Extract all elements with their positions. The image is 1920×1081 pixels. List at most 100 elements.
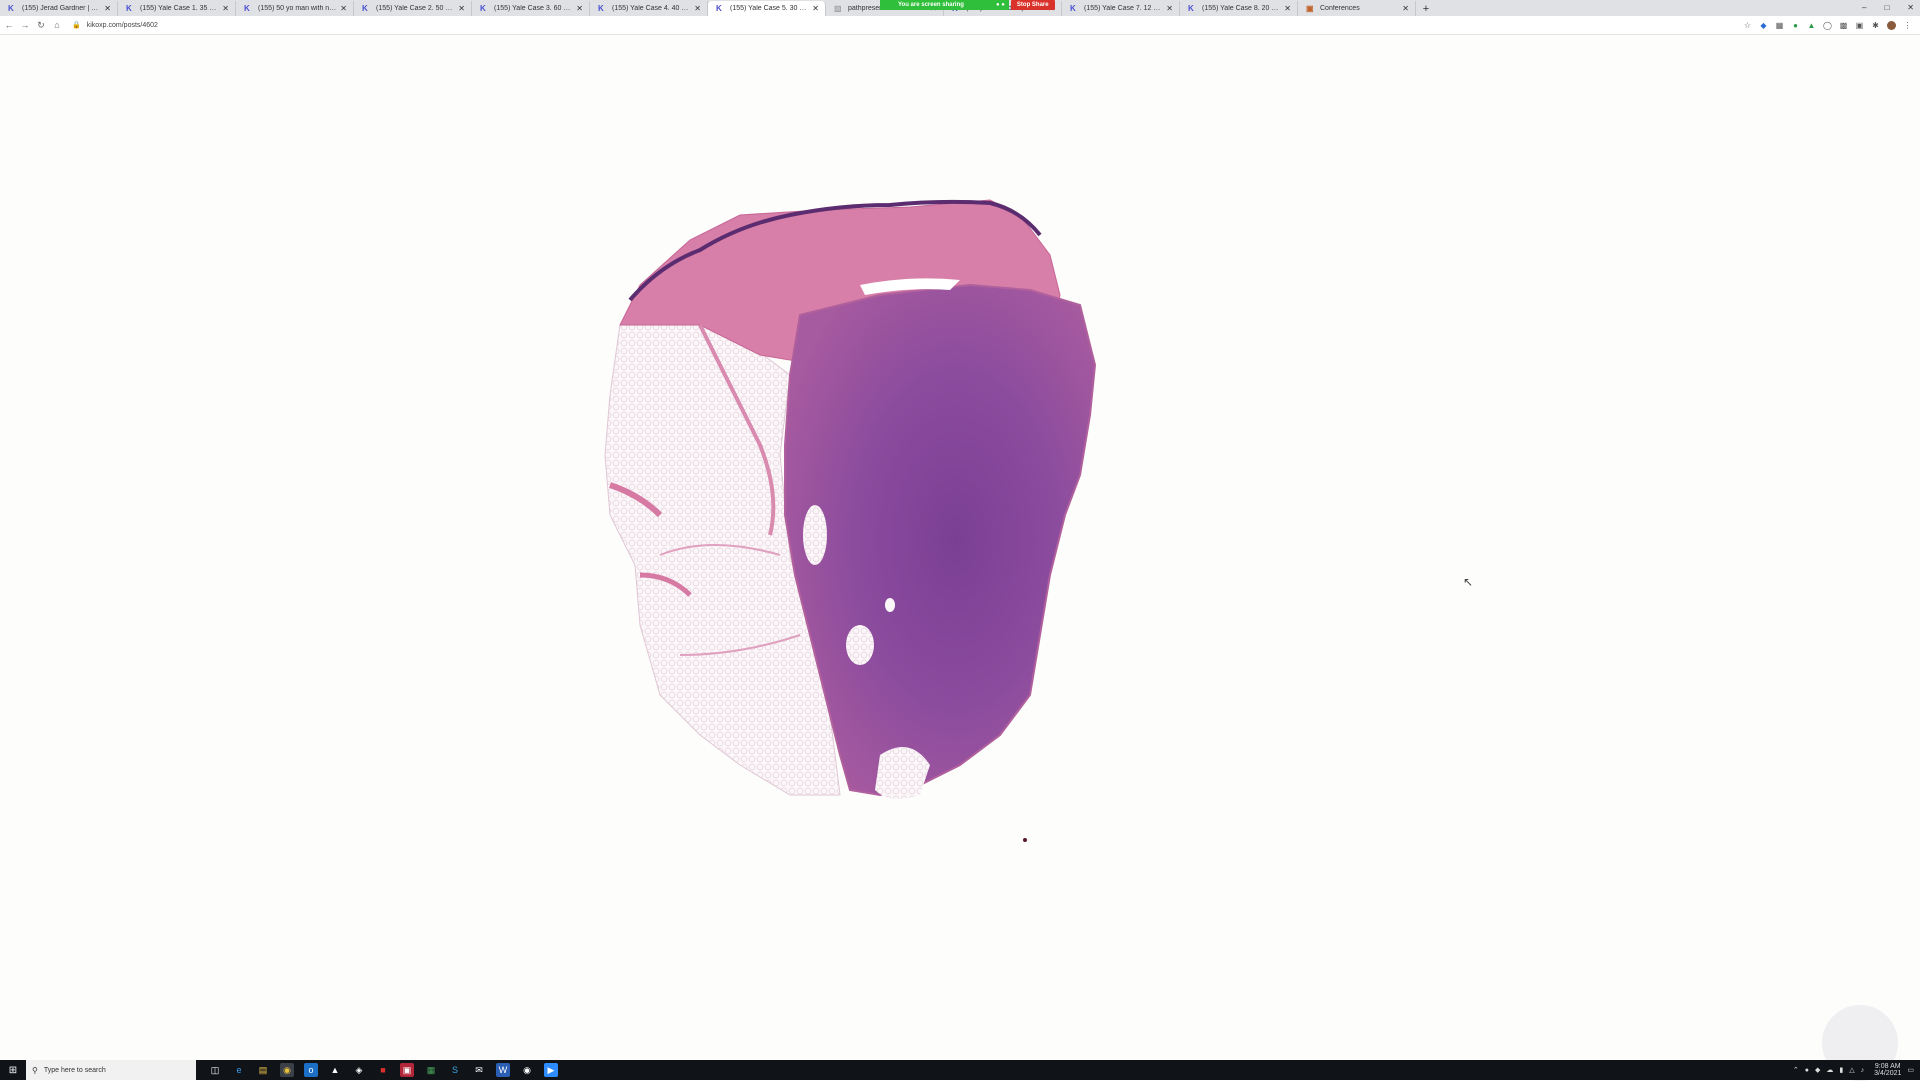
tab-title: (155) Jerad Gardner | KiKoXP xyxy=(22,5,100,12)
extension-icon[interactable]: ▣ xyxy=(1855,21,1864,30)
home-icon[interactable]: ⌂ xyxy=(50,18,64,32)
notification-icon[interactable]: ▭ xyxy=(1907,1066,1914,1074)
extension-icon[interactable]: ▦ xyxy=(1775,21,1784,30)
search-icon: ⚲ xyxy=(32,1065,38,1075)
system-tray: ⌃ ● ◆ ☁ ▮ △ ♪ 9:08 AM 3/4/2021 ▭ xyxy=(1793,1060,1920,1080)
stop-share-button[interactable]: Stop Share xyxy=(1010,0,1055,10)
app-icon[interactable]: ▲ xyxy=(328,1063,342,1077)
app-icon[interactable]: ◉ xyxy=(520,1063,534,1077)
volume-icon[interactable]: ♪ xyxy=(1861,1067,1865,1074)
maximize-icon[interactable]: □ xyxy=(1884,3,1889,12)
app-icon[interactable]: ◈ xyxy=(352,1063,366,1077)
close-tab-icon[interactable]: ✕ xyxy=(458,4,465,13)
clock-time: 9:08 AM xyxy=(1874,1063,1901,1070)
close-tab-icon[interactable]: ✕ xyxy=(576,4,583,13)
word-icon[interactable]: W xyxy=(496,1063,510,1077)
browser-tab[interactable]: K (155) Jerad Gardner | KiKoXP ✕ xyxy=(0,1,118,16)
close-tab-icon[interactable]: ✕ xyxy=(222,4,229,13)
extension-icon[interactable]: ◆ xyxy=(1759,21,1768,30)
extension-icon[interactable]: ▲ xyxy=(1807,21,1816,30)
bookmark-star-icon[interactable]: ☆ xyxy=(1743,21,1752,30)
extensions-area: ☆ ◆ ▦ ● ▲ ◯ ▩ ▣ ✱ ⋮ xyxy=(1743,20,1912,30)
browser-tab[interactable]: K (155) Yale Case 1. 35 yo woman w ✕ xyxy=(118,1,236,16)
kikoxp-icon: K xyxy=(8,3,14,13)
kikoxp-icon: K xyxy=(598,3,604,13)
menu-dots-icon[interactable]: ⋮ xyxy=(1903,21,1912,30)
close-tab-icon[interactable]: ✕ xyxy=(812,4,819,13)
tab-title: (155) Yale Case 2. 50 yo man wit xyxy=(376,5,454,12)
window-controls: – □ ✕ xyxy=(1862,0,1914,14)
minimize-icon[interactable]: – xyxy=(1862,3,1866,12)
slide-viewer[interactable]: ↖ xyxy=(0,35,1920,1081)
kikoxp-icon: K xyxy=(126,3,132,13)
wifi-icon[interactable]: △ xyxy=(1849,1066,1854,1074)
browser-tab[interactable]: K (155) Yale Case 3. 60 yo man wit ✕ xyxy=(472,1,590,16)
outlook-icon[interactable]: o xyxy=(304,1063,318,1077)
browser-tab[interactable]: ▣ Conferences ✕ xyxy=(1298,1,1416,16)
back-icon[interactable]: ← xyxy=(2,18,16,32)
kikoxp-icon: K xyxy=(716,3,722,13)
file-explorer-icon[interactable]: ▤ xyxy=(256,1063,270,1077)
battery-icon[interactable]: ▮ xyxy=(1839,1066,1843,1074)
zoom-icon[interactable]: ▶ xyxy=(544,1063,558,1077)
new-tab-button[interactable]: + xyxy=(1416,1,1436,16)
browser-tab[interactable]: K (155) Yale Case 7. 12 yo boy with ✕ xyxy=(1062,1,1180,16)
cloud-icon[interactable]: ☁ xyxy=(1826,1066,1833,1074)
browser-tab[interactable]: K (155) Yale Case 8. 20 yo man wit ✕ xyxy=(1180,1,1298,16)
share-controls-icon[interactable]: ● ● xyxy=(992,0,1009,10)
reload-icon[interactable]: ↻ xyxy=(34,18,48,32)
close-tab-icon[interactable]: ✕ xyxy=(1166,4,1173,13)
image-icon: ▨ xyxy=(834,3,842,13)
extension-icon[interactable]: ● xyxy=(1791,21,1800,30)
close-tab-icon[interactable]: ✕ xyxy=(340,4,347,13)
address-bar[interactable]: 🔒 kikoxp.com/posts/4602 xyxy=(72,19,1743,32)
extension-icon[interactable]: ▩ xyxy=(1839,21,1848,30)
histology-slide-image[interactable] xyxy=(580,155,1280,915)
tab-title: (155) Yale Case 3. 60 yo man wit xyxy=(494,5,572,12)
screen-share-message: You are screen sharing xyxy=(880,0,992,10)
clock[interactable]: 9:08 AM 3/4/2021 xyxy=(1874,1063,1901,1077)
close-tab-icon[interactable]: ✕ xyxy=(694,4,701,13)
clock-date: 3/4/2021 xyxy=(1874,1070,1902,1077)
close-tab-icon[interactable]: ✕ xyxy=(1402,4,1409,13)
task-view-icon[interactable]: ◫ xyxy=(208,1063,222,1077)
close-tab-icon[interactable]: ✕ xyxy=(104,4,111,13)
chrome-icon[interactable]: ◉ xyxy=(280,1063,294,1077)
tab-title: (155) Yale Case 7. 12 yo boy with xyxy=(1084,5,1162,12)
chat-icon[interactable]: ✉ xyxy=(472,1063,486,1077)
tab-title: (155) Yale Case 5. 30 yo woman xyxy=(730,5,808,12)
kikoxp-icon: K xyxy=(1070,3,1076,13)
taskbar-search-placeholder: Type here to search xyxy=(43,1066,106,1074)
browser-tab[interactable]: K (155) Yale Case 2. 50 yo man wit ✕ xyxy=(354,1,472,16)
puzzle-icon[interactable]: ✱ xyxy=(1871,21,1880,30)
screen-share-banner: You are screen sharing ● ● Stop Share xyxy=(880,0,1055,10)
conference-icon: ▣ xyxy=(1306,3,1314,13)
browser-tab[interactable]: K (155) 50 yo man with nodule on✕ xyxy=(236,1,354,16)
tray-app-icon[interactable]: ◆ xyxy=(1815,1066,1820,1074)
tab-title: (155) Yale Case 4. 40 yo man wit xyxy=(612,5,690,12)
edge-icon[interactable]: e xyxy=(232,1063,246,1077)
kikoxp-icon: K xyxy=(244,3,250,13)
tab-title: (155) Yale Case 8. 20 yo man wit xyxy=(1202,5,1280,12)
windows-start-icon[interactable]: ⊞ xyxy=(0,1060,26,1080)
lock-icon: 🔒 xyxy=(72,22,81,29)
taskbar: ⊞ ⚲ Type here to search ◫ e ▤ ◉ o ▲ ◈ ■ … xyxy=(0,1060,1920,1080)
chevron-up-icon[interactable]: ⌃ xyxy=(1793,1066,1799,1074)
skype-icon[interactable]: S xyxy=(448,1063,462,1077)
app-icon[interactable]: ▦ xyxy=(424,1063,438,1077)
close-tab-icon[interactable]: ✕ xyxy=(1284,4,1291,13)
mouse-cursor-icon: ↖ xyxy=(1463,575,1474,589)
extension-icon[interactable]: ◯ xyxy=(1823,21,1832,30)
app-icon[interactable]: ■ xyxy=(376,1063,390,1077)
browser-toolbar: ← → ↻ ⌂ 🔒 kikoxp.com/posts/4602 ☆ ◆ ▦ ● … xyxy=(0,16,1920,35)
app-icon[interactable]: ▣ xyxy=(400,1063,414,1077)
browser-tab[interactable]: K (155) Yale Case 5. 30 yo woman ✕ xyxy=(708,1,826,16)
tray-app-icon[interactable]: ● xyxy=(1805,1067,1809,1074)
taskbar-search-input[interactable]: ⚲ Type here to search xyxy=(26,1060,196,1080)
kikoxp-icon: K xyxy=(1188,3,1194,13)
browser-tab[interactable]: K (155) Yale Case 4. 40 yo man wit ✕ xyxy=(590,1,708,16)
profile-avatar[interactable] xyxy=(1887,20,1896,30)
close-window-icon[interactable]: ✕ xyxy=(1907,3,1914,12)
tab-title: (155) Yale Case 1. 35 yo woman w xyxy=(140,5,218,12)
forward-icon[interactable]: → xyxy=(18,18,32,32)
